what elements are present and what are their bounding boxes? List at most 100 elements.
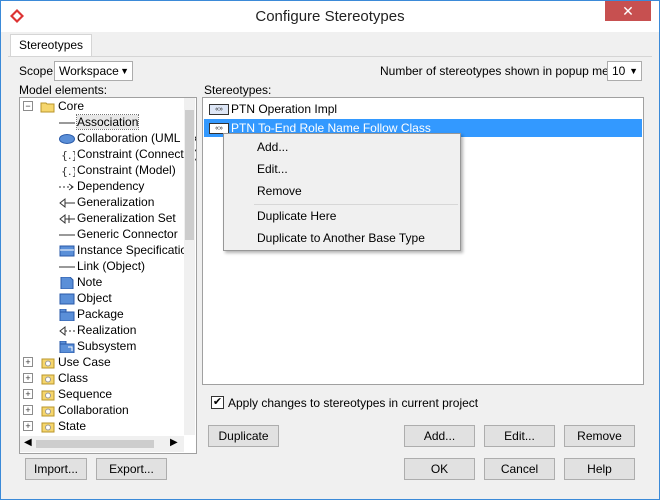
tree-item[interactable]: Generic Connector — [59, 226, 178, 242]
tree-item[interactable]: Association — [59, 114, 140, 130]
tree-item-label: Package — [77, 307, 124, 321]
ok-button[interactable]: OK — [404, 458, 475, 480]
vertical-scrollbar[interactable] — [184, 98, 195, 435]
tree-item[interactable]: + Collaboration — [23, 402, 129, 418]
dependency-icon — [59, 181, 75, 193]
remove-button[interactable]: Remove — [564, 425, 635, 447]
cancel-button[interactable]: Cancel — [484, 458, 555, 480]
tree-item[interactable]: Instance Specification — [59, 242, 194, 258]
apply-changes-checkbox[interactable]: ✔ — [211, 396, 224, 409]
folder-icon — [40, 405, 56, 417]
generalization-icon — [59, 197, 75, 209]
scope-select[interactable]: Workspace ▼ — [54, 61, 133, 81]
tree-item[interactable]: − Core — [23, 98, 85, 114]
menu-item-edit[interactable]: Edit... — [257, 159, 288, 179]
tree-item[interactable]: Generalization — [59, 194, 154, 210]
stereotype-label: PTN Operation Impl — [231, 102, 338, 116]
popup-count-value: 10 — [612, 64, 626, 78]
tree-item[interactable]: {.}Constraint (Model) — [59, 162, 176, 178]
tab-stereotypes[interactable]: Stereotypes — [10, 34, 93, 56]
object-icon — [59, 293, 75, 305]
title-bar[interactable]: Configure Stereotypes ✕ — [1, 1, 659, 32]
tree-item[interactable]: + Sequence — [23, 386, 113, 402]
tree-item-label: Generic Connector — [77, 227, 178, 241]
tree-item-label: Realization — [77, 323, 137, 337]
export-button[interactable]: Export... — [96, 458, 167, 480]
tree-item-label: Object — [77, 291, 112, 305]
menu-item-remove[interactable]: Remove — [257, 181, 302, 201]
help-button[interactable]: Help — [564, 458, 635, 480]
tree-item[interactable]: Link (Object) — [59, 258, 145, 274]
folder-icon — [40, 421, 56, 433]
tree-item-label: Constraint (Connector) — [77, 147, 197, 161]
tree-item-label: Collaboration — [58, 403, 129, 417]
popup-count-select[interactable]: 10 ▼ — [607, 61, 642, 81]
note-icon — [59, 276, 75, 290]
tree-item[interactable]: Realization — [59, 322, 136, 338]
stereotypes-label: Stereotypes: — [204, 83, 272, 97]
scroll-right-icon[interactable]: ▶ — [170, 437, 178, 448]
instance-icon — [59, 245, 75, 257]
list-item[interactable]: «» PTN Operation Impl — [204, 100, 642, 118]
tree-item[interactable]: Note — [59, 274, 102, 290]
scope-label: Scope: — [19, 64, 57, 78]
tree-item[interactable]: + State — [23, 418, 86, 434]
tree-item-label: Constraint (Model) — [77, 163, 176, 177]
collaboration-icon — [59, 133, 75, 145]
constraint-icon: {.} — [59, 149, 79, 162]
line-icon — [59, 229, 75, 241]
folder-icon — [40, 373, 56, 385]
window-title: Configure Stereotypes — [255, 8, 405, 25]
tree-item-label: Subsystem — [77, 339, 137, 353]
chevron-down-icon: ▼ — [629, 66, 638, 76]
model-elements-tree[interactable]: − Core Association Collaboration (UML 1.x){… — [19, 97, 197, 454]
tree-item-label: Association — [75, 114, 140, 130]
tree-item-label: Dependency — [77, 179, 145, 193]
expand-icon[interactable]: + — [23, 373, 33, 383]
close-button[interactable]: ✕ — [605, 1, 651, 21]
edit-button[interactable]: Edit... — [484, 425, 555, 447]
context-menu: Add... Edit... Remove Duplicate Here Dup… — [223, 133, 461, 251]
subsystem-icon — [59, 340, 75, 354]
popup-count-label: Number of stereotypes shown in popup men… — [380, 64, 626, 78]
tree-item[interactable]: Generalization Set — [59, 210, 176, 226]
chevron-down-icon: ▼ — [120, 66, 129, 76]
realization-icon — [59, 325, 75, 337]
svg-text:{.}: {.} — [61, 149, 75, 161]
menu-item-duplicate-here[interactable]: Duplicate Here — [257, 206, 336, 226]
package-icon — [59, 308, 75, 322]
expand-icon[interactable]: + — [23, 389, 33, 399]
tab-bar: Stereotypes — [8, 34, 652, 57]
expand-icon[interactable]: + — [23, 357, 33, 367]
tree-item-label: Collaboration (UML 1.x) — [77, 131, 197, 145]
horizontal-scrollbar[interactable]: ◀ ▶ — [20, 436, 184, 452]
tree-item[interactable]: Object — [59, 290, 112, 306]
scrollbar-thumb[interactable] — [185, 110, 194, 240]
scrollbar-thumb[interactable] — [36, 440, 154, 448]
tree-item-label: Use Case — [58, 355, 111, 369]
scroll-left-icon[interactable]: ◀ — [24, 437, 32, 448]
tree-item-label: Generalization Set — [77, 211, 176, 225]
duplicate-button[interactable]: Duplicate — [208, 425, 279, 447]
menu-item-add[interactable]: Add... — [257, 137, 288, 157]
expand-icon[interactable]: + — [23, 421, 33, 431]
import-button[interactable]: Import... — [25, 458, 87, 480]
generalization-set-icon — [59, 213, 75, 225]
tree-item[interactable]: Collaboration (UML 1.x) — [59, 130, 197, 146]
tree-item-label: Core — [58, 99, 85, 113]
menu-item-duplicate-another-type[interactable]: Duplicate to Another Base Type — [257, 228, 425, 248]
association-icon — [59, 117, 75, 129]
tree-item[interactable]: Dependency — [59, 178, 144, 194]
expand-icon[interactable]: + — [23, 405, 33, 415]
tree-item[interactable]: + Use Case — [23, 354, 111, 370]
tree-item-label: Link (Object) — [77, 259, 146, 273]
tree-item[interactable]: {.}Constraint (Connector) — [59, 146, 197, 162]
folder-icon — [40, 389, 56, 401]
collapse-icon[interactable]: − — [23, 101, 33, 111]
tree-item[interactable]: Subsystem — [59, 338, 136, 354]
stereotype-icon: «» — [209, 104, 229, 115]
tree-item[interactable]: Package — [59, 306, 124, 322]
add-button[interactable]: Add... — [404, 425, 475, 447]
tree-item-label: Sequence — [58, 387, 113, 401]
tree-item[interactable]: + Class — [23, 370, 88, 386]
